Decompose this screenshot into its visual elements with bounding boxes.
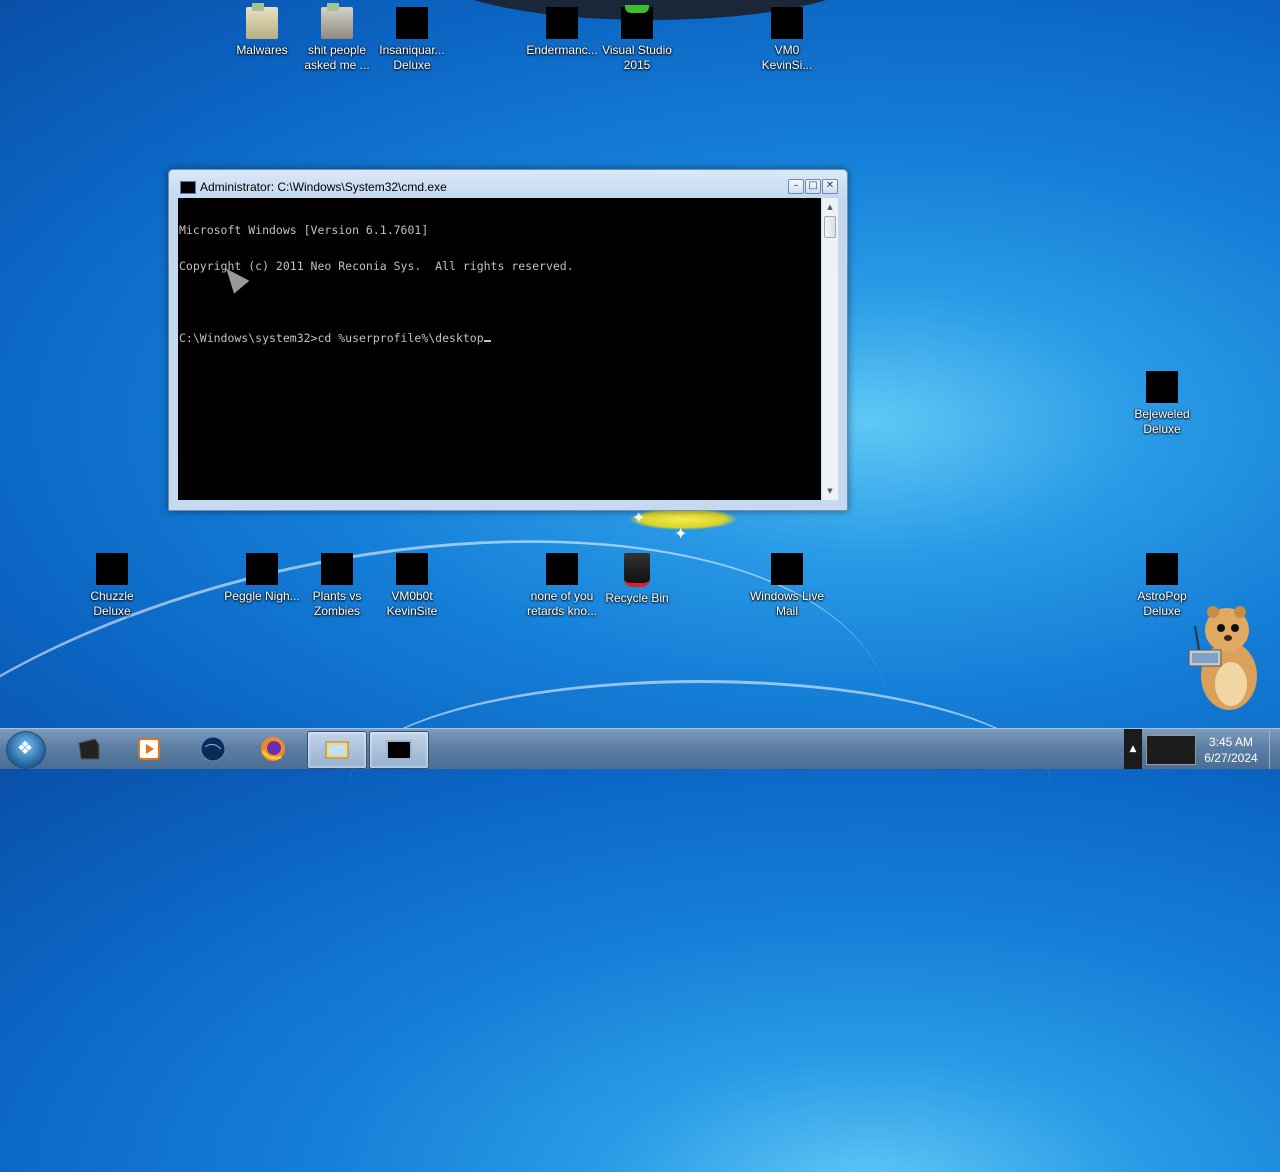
hamster-gadget-icon[interactable] xyxy=(1185,600,1265,712)
desktop-icon-malwares[interactable]: Malwares xyxy=(224,3,300,58)
taskbar-item-globe[interactable] xyxy=(184,731,242,767)
desktop-icon-chuzzle[interactable]: Chuzzle Deluxe xyxy=(74,553,150,619)
close-button[interactable]: ✕ xyxy=(822,179,838,194)
desktop-icon-endermanch[interactable]: Endermanc... xyxy=(524,7,600,58)
clock-date: 6/27/2024 xyxy=(1204,751,1258,765)
scrollbar-thumb[interactable] xyxy=(824,216,836,238)
desktop-icon-bejeweled[interactable]: Bejeweled Deluxe xyxy=(1124,371,1200,437)
desktop-icon-plants-vs-zombies[interactable]: Plants vs Zombies xyxy=(299,553,375,619)
desktop-icon-label: Peggle Nigh... xyxy=(224,589,300,603)
desktop-icon-windows-live-mail[interactable]: Windows Live Mail xyxy=(749,553,825,619)
taskbar: ▲ 3:45 AM 6/27/2024 xyxy=(0,728,1280,769)
cmd-icon xyxy=(386,740,412,760)
app-icon xyxy=(1146,371,1178,403)
window-title: Administrator: C:\Windows\System32\cmd.e… xyxy=(200,180,447,194)
app-icon xyxy=(321,553,353,585)
desktop-icon-none-of-you[interactable]: none of you retards kno... xyxy=(524,553,600,619)
scroll-down-arrow-icon[interactable]: ▼ xyxy=(822,484,838,498)
system-clock[interactable]: 3:45 AM 6/27/2024 xyxy=(1196,734,1266,766)
maximize-button[interactable]: □ xyxy=(805,179,821,194)
console-line: Microsoft Windows [Version 6.1.7601] xyxy=(179,223,429,237)
sparkle-icon: ✦ xyxy=(674,524,688,543)
tray-expand-icon[interactable]: ▲ xyxy=(1124,729,1142,769)
clock-time: 3:45 AM xyxy=(1208,735,1254,749)
visual-studio-icon xyxy=(621,5,653,39)
desktop-icon-label: Visual Studio 2015 xyxy=(602,43,672,72)
taskbar-item-cmd[interactable] xyxy=(369,731,429,769)
desktop-icon-folder[interactable]: shit people asked me ... xyxy=(299,3,375,73)
console-prompt: C:\Windows\system32>cd %userprofile%\des… xyxy=(179,331,484,345)
desktop-icon-label: Recycle Bin xyxy=(605,591,669,605)
window-titlebar[interactable]: Administrator: C:\Windows\System32\cmd.e… xyxy=(169,170,847,200)
desktop-icon-label: none of you retards kno... xyxy=(526,589,598,618)
terminal-app-icon xyxy=(78,738,100,760)
vertical-scrollbar[interactable]: ▲ ▼ xyxy=(821,198,838,500)
wallpaper-swoosh xyxy=(350,680,1050,883)
console-prompt-line: C:\Windows\system32>cd %userprofile%\des… xyxy=(179,332,822,344)
webcam-tray-icon[interactable] xyxy=(1146,735,1196,765)
app-icon xyxy=(546,553,578,585)
explorer-icon xyxy=(325,741,349,759)
desktop-icon-peggle[interactable]: Peggle Nigh... xyxy=(224,553,300,604)
cmd-icon xyxy=(180,181,196,194)
app-icon xyxy=(546,7,578,39)
console-output[interactable]: Microsoft Windows [Version 6.1.7601] Cop… xyxy=(178,198,822,500)
desktop-icon-recycle-bin[interactable]: Recycle Bin xyxy=(599,553,675,606)
desktop-icon-label: VM0b0t KevinSite xyxy=(386,589,438,618)
app-icon xyxy=(396,553,428,585)
desktop-icon-label: Malwares xyxy=(236,43,288,57)
show-desktop-button[interactable] xyxy=(1269,729,1280,769)
desktop-icon-label: Windows Live Mail xyxy=(749,589,825,618)
media-player-icon xyxy=(138,738,160,760)
desktop-icon-label: Chuzzle Deluxe xyxy=(90,589,134,618)
console-line: Copyright (c) 2011 Neo Reconia Sys. All … xyxy=(179,259,574,273)
desktop-icon-vm0-kevinsite[interactable]: VM0 KevinSi... xyxy=(749,7,825,73)
taskbar-item-explorer[interactable] xyxy=(307,731,367,769)
app-icon xyxy=(246,553,278,585)
desktop-icon-label: Bejeweled Deluxe xyxy=(1134,407,1190,436)
app-icon xyxy=(771,553,803,585)
taskbar-item-media-player[interactable] xyxy=(120,731,178,767)
taskbar-item-terminal[interactable] xyxy=(60,731,118,767)
recycle-bin-icon xyxy=(624,553,650,587)
text-cursor xyxy=(483,332,491,342)
cmd-window[interactable]: Administrator: C:\Windows\System32\cmd.e… xyxy=(168,169,848,511)
desktop-icon-label: Plants vs Zombies xyxy=(312,589,362,618)
start-button[interactable] xyxy=(6,731,46,769)
globe-icon xyxy=(200,736,226,762)
app-icon xyxy=(396,7,428,39)
desktop-icon-label: VM0 KevinSi... xyxy=(761,43,813,72)
desktop-icon-insaniquarium[interactable]: Insaniquar... Deluxe xyxy=(374,7,450,73)
desktop-icon-visual-studio[interactable]: Visual Studio 2015 xyxy=(599,5,675,73)
desktop-icon-label: Insaniquar... Deluxe xyxy=(379,43,445,72)
taskbar-item-firefox[interactable] xyxy=(244,731,302,767)
desktop-icon-vm0b0t[interactable]: VM0b0t KevinSite xyxy=(374,553,450,619)
folder-icon xyxy=(321,3,353,39)
minimize-button[interactable]: – xyxy=(788,179,804,194)
folder-icon xyxy=(246,3,278,39)
scroll-up-arrow-icon[interactable]: ▲ xyxy=(822,200,838,214)
sparkle-icon: ✦ xyxy=(632,508,646,527)
desktop-icon-label: shit people asked me ... xyxy=(304,43,370,72)
app-icon xyxy=(1146,553,1178,585)
app-icon xyxy=(96,553,128,585)
desktop-icon-label: Endermanc... xyxy=(526,43,598,57)
app-icon xyxy=(771,7,803,39)
firefox-icon xyxy=(261,737,285,761)
